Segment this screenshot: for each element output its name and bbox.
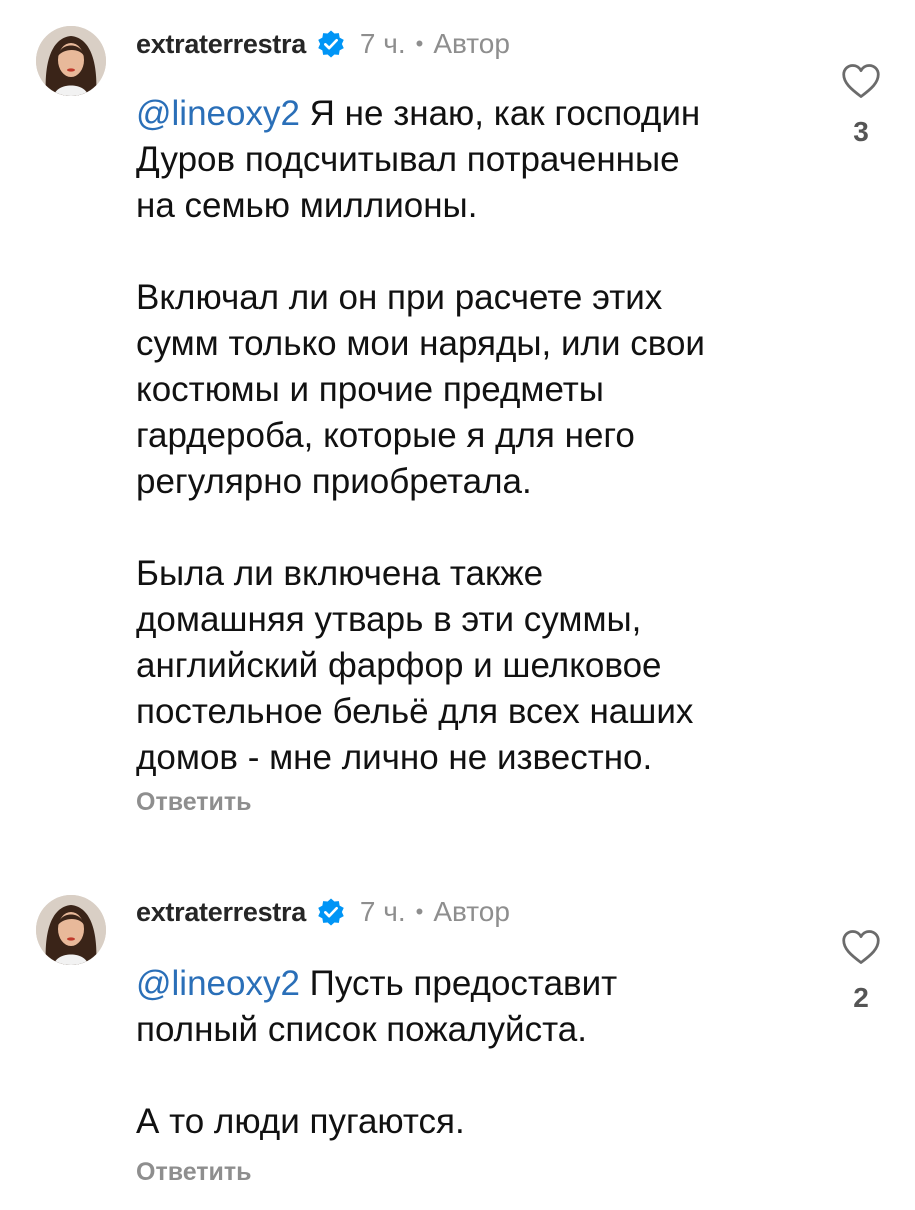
like-count: 3 <box>853 116 869 147</box>
verified-badge-icon <box>316 29 346 59</box>
comment-meta: extraterrestra 7 ч. • Автор <box>136 892 510 932</box>
comment-text: @lineoxy2 Пусть предоставит полный списо… <box>136 961 816 1145</box>
comment: extraterrestra 7 ч. • Автор @lineoxy2 Я … <box>0 0 915 860</box>
verified-badge-icon <box>316 897 346 927</box>
heart-icon[interactable] <box>840 928 882 966</box>
meta-separator: • <box>415 899 424 924</box>
meta-separator: • <box>415 31 424 56</box>
comment-time: 7 ч. <box>359 896 406 927</box>
reply-button[interactable]: Ответить <box>136 788 252 817</box>
avatar[interactable] <box>36 895 106 965</box>
like-control: 3 <box>835 62 887 148</box>
comment-time: 7 ч. <box>359 28 406 59</box>
author-label: Автор <box>433 896 510 927</box>
like-count: 2 <box>853 982 869 1013</box>
username[interactable]: extraterrestra <box>136 29 306 60</box>
mention-link[interactable]: @lineoxy2 <box>136 964 300 1003</box>
comment-text: @lineoxy2 Я не знаю, как господин Дуров … <box>136 91 816 781</box>
heart-icon[interactable] <box>840 62 882 100</box>
comment-meta: extraterrestra 7 ч. • Автор <box>136 24 510 64</box>
mention-link[interactable]: @lineoxy2 <box>136 94 300 133</box>
like-control: 2 <box>835 928 887 1014</box>
comment-body: Я не знаю, как господин Дуров подсчитыва… <box>136 94 705 777</box>
avatar[interactable] <box>36 26 106 96</box>
author-label: Автор <box>433 28 510 59</box>
reply-button[interactable]: Ответить <box>136 1158 252 1187</box>
username[interactable]: extraterrestra <box>136 897 306 928</box>
comment: extraterrestra 7 ч. • Автор @lineoxy2 Пу… <box>0 868 915 1210</box>
